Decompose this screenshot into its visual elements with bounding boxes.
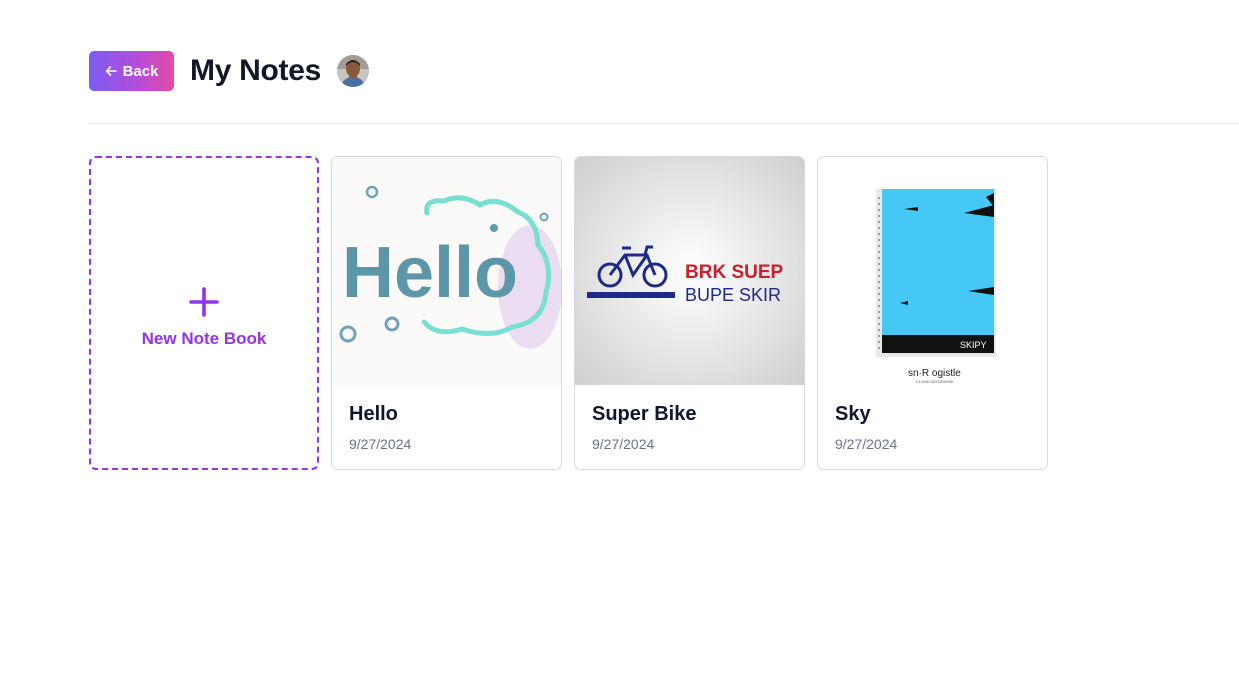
new-notebook-card[interactable]: New Note Book xyxy=(89,156,319,470)
notebook-cover-super-bike: BRK SUEP BUPE SKIR xyxy=(575,157,804,385)
back-button[interactable]: Back xyxy=(89,51,174,91)
page-header: Back My Notes xyxy=(89,51,369,91)
new-notebook-label: New Note Book xyxy=(141,329,267,348)
page-title: My Notes xyxy=(190,54,321,87)
bike-cover-text-line1: BRK SUEP xyxy=(685,262,784,283)
plus-icon xyxy=(189,287,219,317)
avatar[interactable] xyxy=(336,55,369,87)
notebook-card-hello[interactable]: Hello Hello 9/27/2024 xyxy=(331,156,562,470)
header-divider xyxy=(89,123,1239,124)
back-button-label: Back xyxy=(122,62,159,80)
notebook-card-super-bike[interactable]: BRK SUEP BUPE SKIR Super Bike 9/27/2024 xyxy=(574,156,805,470)
notebook-title: Hello xyxy=(349,403,398,425)
notebook-cover-sky: SKIPY sn·R ogistle CLOUD NOTEBOOK xyxy=(818,157,1047,385)
notebook-cover-hello: Hello xyxy=(332,157,561,385)
notebook-date: 9/27/2024 xyxy=(592,436,655,452)
notebook-card-sky[interactable]: SKIPY sn·R ogistle CLOUD NOTEBOOK Sky 9/… xyxy=(817,156,1048,470)
arrow-left-icon xyxy=(105,65,117,77)
bike-cover-text-line2: BUPE SKIR xyxy=(685,285,781,305)
sky-cover-caption: sn·R ogistle xyxy=(908,368,961,379)
notebook-title: Sky xyxy=(835,403,871,425)
notebook-date: 9/27/2024 xyxy=(349,436,412,452)
sky-cover-subcaption: CLOUD NOTEBOOK xyxy=(916,379,954,384)
notebook-grid: New Note Book Hello Hello 9/27/2024 BRK … xyxy=(89,156,1048,470)
sky-cover-label: SKIPY xyxy=(960,340,987,350)
hello-cover-text: Hello xyxy=(342,233,518,313)
notebook-title: Super Bike xyxy=(592,403,697,425)
notebook-date: 9/27/2024 xyxy=(835,436,898,452)
